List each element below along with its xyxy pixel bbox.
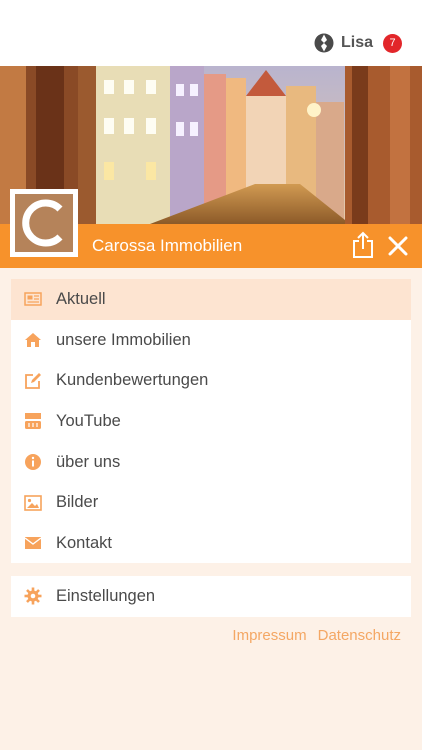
menu-item-kundenbewertungen[interactable]: Kundenbewertungen xyxy=(11,360,411,401)
impressum-link[interactable]: Impressum xyxy=(232,627,306,644)
home-icon xyxy=(25,333,41,348)
menu-item-youtube[interactable]: YouTube xyxy=(11,401,411,442)
menu-item-einstellungen[interactable]: Einstellungen xyxy=(11,576,411,617)
datenschutz-link[interactable]: Datenschutz xyxy=(318,627,401,644)
image-icon xyxy=(24,494,42,511)
menu-item-kontakt[interactable]: Kontakt xyxy=(11,523,411,564)
settings-menu: Einstellungen xyxy=(11,576,411,617)
user-menu[interactable]: Lisa 7 xyxy=(314,32,402,54)
footer-links: Impressum Datenschutz xyxy=(232,627,401,644)
close-icon[interactable] xyxy=(386,234,410,258)
nav-menu: Aktuell unsere Immobilien Kundenbewertun… xyxy=(11,279,411,563)
user-name[interactable]: Lisa xyxy=(341,34,373,52)
logo-letter-icon xyxy=(22,199,63,247)
menu-label: Aktuell xyxy=(56,289,106,308)
brand-name: Carossa Immobilien xyxy=(92,236,243,255)
menu-item-unsere-immobilien[interactable]: unsere Immobilien xyxy=(11,320,411,361)
menu-label: Kundenbewertungen xyxy=(56,371,209,390)
youtube-icon xyxy=(25,413,41,430)
menu-item-aktuell[interactable]: Aktuell xyxy=(11,279,411,320)
menu-item-bilder[interactable]: Bilder xyxy=(11,482,411,523)
menu-item-ueber-uns[interactable]: über uns xyxy=(11,442,411,483)
menu-label: Bilder xyxy=(56,493,99,512)
app-logo-icon xyxy=(314,33,334,53)
newspaper-icon xyxy=(24,292,42,307)
menu-label: Kontakt xyxy=(56,533,112,552)
menu-label: über uns xyxy=(56,452,121,471)
envelope-icon xyxy=(24,537,42,550)
gear-icon xyxy=(24,587,42,605)
info-icon xyxy=(25,454,41,471)
menu-label: YouTube xyxy=(56,411,121,430)
brand-logo xyxy=(10,189,78,257)
edit-icon xyxy=(25,372,41,389)
top-bar: Lisa 7 xyxy=(0,0,422,66)
share-icon[interactable] xyxy=(351,231,375,259)
menu-label: unsere Immobilien xyxy=(56,330,191,349)
notification-badge[interactable]: 7 xyxy=(383,33,402,53)
menu-label: Einstellungen xyxy=(56,586,156,605)
